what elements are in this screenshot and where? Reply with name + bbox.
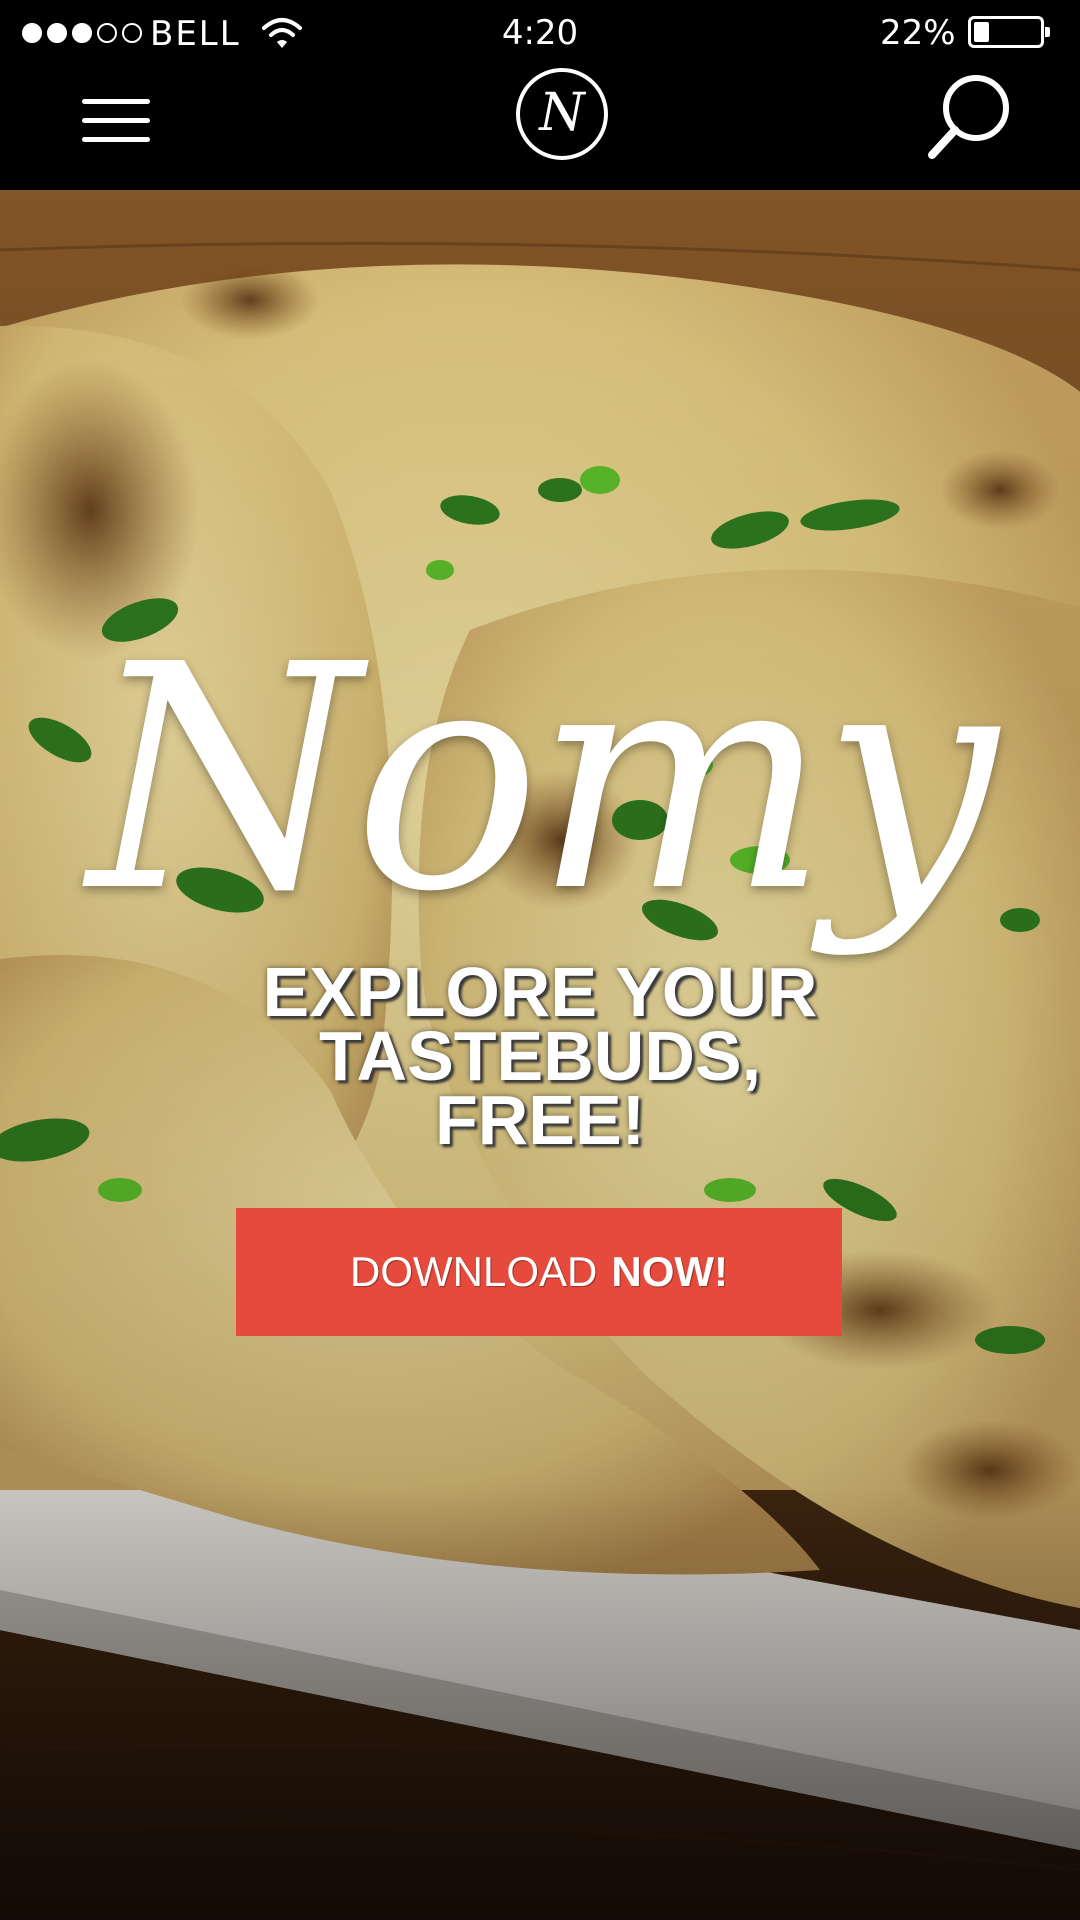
brand-wordmark: Nomy — [88, 599, 998, 960]
battery-icon — [968, 16, 1050, 48]
search-icon[interactable] — [924, 70, 1012, 162]
hero-section: Nomy EXPLORE YOUR TASTEBUDS, FREE! DOWNL… — [0, 190, 1080, 1920]
battery-level — [974, 22, 990, 42]
tagline-line: TASTEBUDS, — [318, 1017, 762, 1095]
battery-percent: 22% — [880, 13, 956, 53]
download-label: DOWNLOAD — [350, 1248, 598, 1295]
logo-badge[interactable]: N — [516, 68, 608, 160]
download-emphasis-label: NOW! — [611, 1248, 728, 1295]
hamburger-menu-icon[interactable] — [82, 99, 152, 149]
top-nav-bar: N — [0, 66, 1080, 190]
tagline-line: EXPLORE YOUR — [262, 953, 818, 1031]
app-screen: BELL 4:20 22% N Nomy EXPLORE YOUR TASTEB… — [0, 0, 1080, 1920]
tagline: EXPLORE YOUR TASTEBUDS, FREE! — [140, 953, 940, 1159]
download-now-button[interactable]: DOWNLOAD NOW! — [236, 1208, 842, 1336]
status-bar: BELL 4:20 22% — [0, 0, 1080, 66]
tagline-line: FREE! — [435, 1081, 645, 1159]
